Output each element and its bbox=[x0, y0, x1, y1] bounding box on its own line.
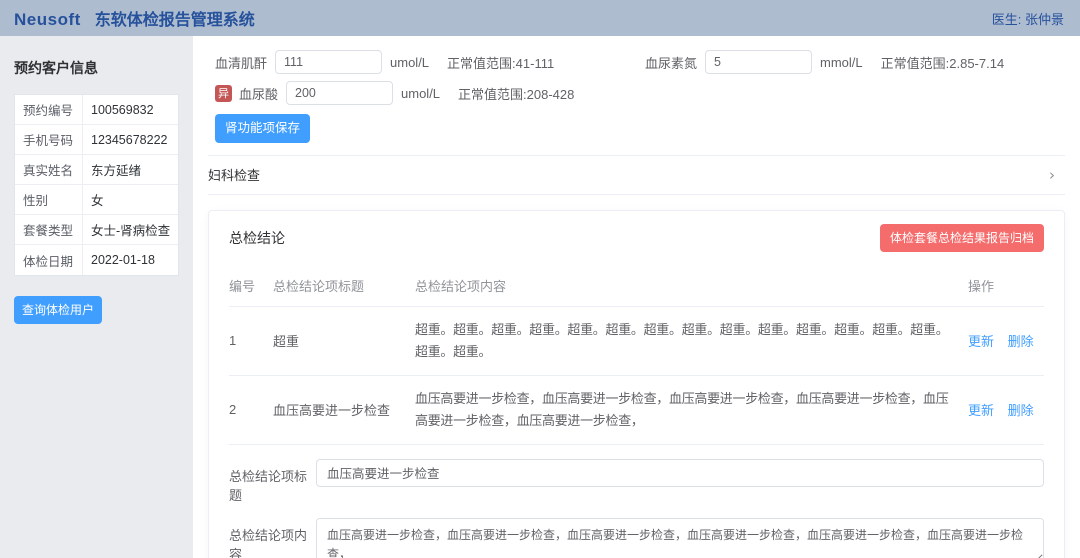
exam-value-input[interactable] bbox=[286, 81, 393, 105]
customer-field-value: 100569832 bbox=[83, 95, 154, 124]
app-title: 东软体检报告管理系统 bbox=[95, 6, 255, 30]
kidney-function-form: 血清肌酐 umol/L 正常值范围:41-111 血尿素氮 mmol/L 正常值… bbox=[193, 36, 1080, 155]
delete-link[interactable]: 删除 bbox=[1008, 334, 1034, 349]
app-header: Neusoft 东软体检报告管理系统 医生: 张仲景 bbox=[0, 0, 1080, 36]
conclusion-title-form-row: 总检结论项标题 bbox=[229, 459, 1044, 504]
customer-info-row: 套餐类型 女士-肾病检查 bbox=[15, 215, 178, 245]
exam-unit-label: umol/L bbox=[390, 55, 429, 70]
conclusion-card-header: 总检结论 体检套餐总检结果报告归档 bbox=[209, 211, 1064, 258]
conclusion-row-actions: 更新 删除 bbox=[968, 306, 1044, 375]
archive-report-button[interactable]: 体检套餐总检结果报告归档 bbox=[880, 224, 1044, 252]
conclusion-table-row: 2 血压高要进一步检查 血压高要进一步检查，血压高要进一步检查，血压高要进一步检… bbox=[229, 375, 1044, 444]
exam-items-grid: 血清肌酐 umol/L 正常值范围:41-111 血尿素氮 mmol/L 正常值… bbox=[215, 50, 1064, 105]
update-link[interactable]: 更新 bbox=[968, 403, 994, 418]
customer-field-value: 12345678222 bbox=[83, 125, 167, 154]
delete-link[interactable]: 删除 bbox=[1008, 403, 1034, 418]
kidney-function-save-button[interactable]: 肾功能项保存 bbox=[215, 114, 310, 143]
abnormal-badge: 异 bbox=[215, 85, 232, 102]
exam-value-input[interactable] bbox=[705, 50, 812, 74]
customer-field-label: 体检日期 bbox=[15, 245, 83, 275]
customer-field-value: 女士-肾病检查 bbox=[83, 215, 170, 244]
sidebar: 预约客户信息 预约编号 100569832 手机号码 12345678222 真… bbox=[0, 36, 193, 558]
customer-field-label: 套餐类型 bbox=[15, 215, 83, 244]
exam-item-label: 血尿酸 bbox=[239, 84, 278, 103]
conclusion-row-actions: 更新 删除 bbox=[968, 375, 1044, 444]
exam-item: 异 血尿酸 umol/L 正常值范围:208-428 bbox=[215, 81, 645, 105]
exam-unit-label: umol/L bbox=[401, 86, 440, 101]
customer-info-row: 真实姓名 东方延绪 bbox=[15, 155, 178, 185]
exam-item-label: 血清肌酐 bbox=[215, 53, 267, 72]
sidebar-title: 预约客户信息 bbox=[14, 58, 179, 78]
customer-field-value: 2022-01-18 bbox=[83, 245, 155, 275]
exam-value-input[interactable] bbox=[275, 50, 382, 74]
exam-item: 血清肌酐 umol/L 正常值范围:41-111 bbox=[215, 50, 645, 74]
conclusion-row-title: 血压高要进一步检查 bbox=[273, 375, 415, 444]
conclusion-title-input[interactable] bbox=[316, 459, 1044, 487]
header-content: 总检结论项内容 bbox=[415, 262, 968, 307]
brand-logo: Neusoft bbox=[14, 10, 81, 30]
update-link[interactable]: 更新 bbox=[968, 334, 994, 349]
customer-info-row: 预约编号 100569832 bbox=[15, 95, 178, 125]
header-title: 总检结论项标题 bbox=[273, 262, 415, 307]
customer-field-label: 真实姓名 bbox=[15, 155, 83, 184]
conclusion-card-body: 编号 总检结论项标题 总检结论项内容 操作 1 超重 超重。超重。超重。超重。超… bbox=[209, 258, 1064, 558]
exam-normal-range: 正常值范围:41-111 bbox=[447, 53, 554, 72]
conclusion-row-content: 血压高要进一步检查，血压高要进一步检查，血压高要进一步检查，血压高要进一步检查，… bbox=[415, 375, 968, 444]
page-body: 预约客户信息 预约编号 100569832 手机号码 12345678222 真… bbox=[0, 36, 1080, 558]
conclusion-table-header-row: 编号 总检结论项标题 总检结论项内容 操作 bbox=[229, 262, 1044, 307]
customer-field-value: 女 bbox=[83, 185, 104, 214]
header-no: 编号 bbox=[229, 262, 273, 307]
customer-field-label: 预约编号 bbox=[15, 95, 83, 124]
conclusion-title: 总检结论 bbox=[229, 228, 285, 248]
exam-item-label: 血尿素氮 bbox=[645, 53, 697, 72]
doctor-name: 医生: 张仲景 bbox=[992, 9, 1064, 28]
header-actions: 操作 bbox=[968, 262, 1044, 307]
collapse-label: 妇科检查 bbox=[208, 165, 260, 184]
exam-normal-range: 正常值范围:2.85-7.14 bbox=[881, 53, 1005, 72]
gynecology-collapse-row[interactable]: 妇科检查 › bbox=[208, 155, 1065, 195]
customer-info-row: 体检日期 2022-01-18 bbox=[15, 245, 178, 275]
conclusion-content-form-row: 总检结论项内容 血压高要进一步检查，血压高要进一步检查，血压高要进一步检查，血压… bbox=[229, 518, 1044, 558]
customer-field-label: 手机号码 bbox=[15, 125, 83, 154]
customer-info-row: 性别 女 bbox=[15, 185, 178, 215]
customer-field-value: 东方延绪 bbox=[83, 155, 141, 184]
conclusion-table: 编号 总检结论项标题 总检结论项内容 操作 1 超重 超重。超重。超重。超重。超… bbox=[229, 262, 1044, 445]
conclusion-row-content: 超重。超重。超重。超重。超重。超重。超重。超重。超重。超重。超重。超重。超重。超… bbox=[415, 306, 968, 375]
conclusion-content-textarea[interactable]: 血压高要进一步检查，血压高要进一步检查，血压高要进一步检查，血压高要进一步检查，… bbox=[316, 518, 1044, 558]
exam-normal-range: 正常值范围:208-428 bbox=[458, 84, 574, 103]
conclusion-title-label: 总检结论项标题 bbox=[229, 459, 316, 504]
chevron-right-icon: › bbox=[1049, 166, 1055, 184]
customer-info-table: 预约编号 100569832 手机号码 12345678222 真实姓名 东方延… bbox=[14, 94, 179, 276]
conclusion-row-no: 1 bbox=[229, 306, 273, 375]
conclusion-table-row: 1 超重 超重。超重。超重。超重。超重。超重。超重。超重。超重。超重。超重。超重… bbox=[229, 306, 1044, 375]
customer-field-label: 性别 bbox=[15, 185, 83, 214]
header-brand-wrap: Neusoft 东软体检报告管理系统 bbox=[14, 6, 255, 30]
conclusion-row-title: 超重 bbox=[273, 306, 415, 375]
conclusion-row-no: 2 bbox=[229, 375, 273, 444]
main-content: 血清肌酐 umol/L 正常值范围:41-111 血尿素氮 mmol/L 正常值… bbox=[193, 36, 1080, 558]
exam-item: 血尿素氮 mmol/L 正常值范围:2.85-7.14 bbox=[645, 50, 1064, 74]
query-user-button[interactable]: 查询体检用户 bbox=[14, 296, 102, 324]
conclusion-card: 总检结论 体检套餐总检结果报告归档 编号 总检结论项标题 总检结论项内容 操作 … bbox=[208, 210, 1065, 558]
exam-unit-label: mmol/L bbox=[820, 55, 863, 70]
conclusion-content-label: 总检结论项内容 bbox=[229, 518, 316, 558]
customer-info-row: 手机号码 12345678222 bbox=[15, 125, 178, 155]
